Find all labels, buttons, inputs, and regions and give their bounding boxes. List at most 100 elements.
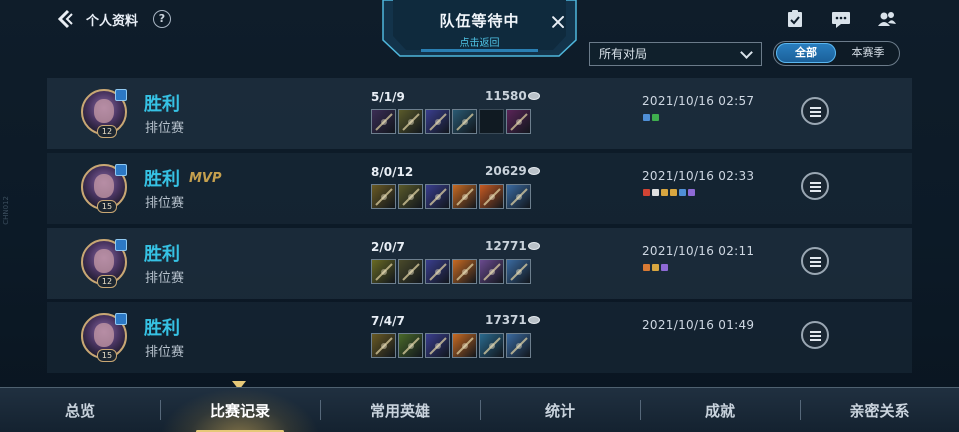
item-icon: [506, 184, 531, 209]
match-badge-icon: [652, 189, 659, 196]
segment-this-season[interactable]: 本赛季: [838, 43, 898, 63]
match-mode: 排位赛: [145, 196, 185, 211]
gold-coin-icon: [528, 316, 540, 324]
match-mode: 排位赛: [145, 121, 185, 136]
kda-score: 5/1/9: [371, 90, 405, 104]
close-icon[interactable]: [550, 14, 566, 30]
item-icon: [398, 333, 423, 358]
match-row[interactable]: 12 胜利 排位赛 2/0/7 12771 2021/10/16 02:11: [47, 228, 912, 299]
tab-match-history[interactable]: 比赛记录: [160, 388, 320, 432]
hero-portrait: [94, 174, 114, 198]
item-icon: [506, 259, 531, 284]
gold-amount: 17371: [485, 313, 527, 327]
match-row[interactable]: 15 胜利 排位赛 7/4/7 17371 2021/10/16 01:49: [47, 302, 912, 373]
match-date: 2021/10/16 02:11: [642, 244, 755, 258]
tab-intimacy[interactable]: 亲密关系: [800, 388, 959, 432]
item-build: [371, 333, 531, 359]
gold-coin-icon: [528, 167, 540, 175]
tab-overview[interactable]: 总览: [0, 388, 160, 432]
gold-coin-icon: [528, 242, 540, 250]
kda-score: 8/0/12: [371, 165, 414, 179]
gold-amount: 11580: [485, 89, 527, 103]
list-details-icon[interactable]: [801, 247, 829, 275]
match-result: 胜利: [144, 244, 180, 265]
season-segmented-control: 全部 本赛季: [773, 41, 900, 66]
gold-amount: 20629: [485, 164, 527, 178]
chat-bubble-icon[interactable]: [831, 10, 851, 28]
match-badge-icon: [688, 189, 695, 196]
match-date: 2021/10/16 02:57: [642, 94, 755, 108]
item-icon: [506, 333, 531, 358]
item-icon: [425, 109, 450, 134]
match-badge-icon: [661, 264, 668, 271]
match-row[interactable]: 15 胜利 MVP 排位赛 8/0/12 20629 2021/10/16 02…: [47, 153, 912, 224]
party-icon: [115, 239, 127, 251]
item-build: [371, 259, 531, 285]
match-result: 胜利: [144, 94, 180, 115]
item-icon: [371, 184, 396, 209]
match-mode: 排位赛: [145, 345, 185, 360]
hero-portrait: [94, 323, 114, 347]
match-type-selected: 所有对局: [599, 47, 648, 61]
tab-common-heroes[interactable]: 常用英雄: [320, 388, 480, 432]
item-build: [371, 184, 531, 210]
party-icon: [115, 313, 127, 325]
match-badges: [643, 264, 668, 271]
hero-portrait: [94, 249, 114, 273]
item-icon: [371, 333, 396, 358]
match-badge-icon: [661, 189, 668, 196]
item-icon: [452, 259, 477, 284]
match-badge-icon: [643, 264, 650, 271]
kda-score: 2/0/7: [371, 240, 405, 254]
list-details-icon[interactable]: [801, 97, 829, 125]
item-icon: [479, 259, 504, 284]
item-icon: [452, 109, 477, 134]
match-date: 2021/10/16 02:33: [642, 169, 755, 183]
item-icon: [506, 109, 531, 134]
empty-item-slot: [479, 109, 504, 134]
match-badge-icon: [652, 114, 659, 121]
match-badge-icon: [652, 264, 659, 271]
bottom-tab-bar: 总览 比赛记录 常用英雄 统计 成就 亲密关系: [0, 387, 959, 432]
item-icon: [479, 184, 504, 209]
match-result: 胜利: [144, 169, 180, 190]
team-banner-return-link[interactable]: 点击返回: [381, 34, 578, 49]
match-badges: [643, 189, 695, 196]
friends-icon[interactable]: [877, 10, 897, 28]
party-icon: [115, 89, 127, 101]
segment-all[interactable]: 全部: [776, 43, 836, 63]
match-result: 胜利: [144, 318, 180, 339]
match-date: 2021/10/16 01:49: [642, 318, 755, 332]
sidebar-watermark: CHN012: [2, 196, 10, 225]
list-details-icon[interactable]: [801, 321, 829, 349]
item-icon: [425, 259, 450, 284]
gold-coin-icon: [528, 92, 540, 100]
match-row[interactable]: 12 胜利 排位赛 5/1/9 11580 2021/10/16 02:57: [47, 78, 912, 149]
list-details-icon[interactable]: [801, 172, 829, 200]
item-icon: [398, 259, 423, 284]
match-badge-icon: [643, 189, 650, 196]
task-clipboard-icon[interactable]: [785, 10, 805, 28]
page-title: 个人资料: [86, 14, 139, 29]
hero-level: 12: [97, 275, 117, 288]
party-icon: [115, 164, 127, 176]
hero-level: 15: [97, 200, 117, 213]
gold-amount: 12771: [485, 239, 527, 253]
team-banner-title: 队伍等待中: [439, 12, 520, 30]
match-badge-icon: [679, 189, 686, 196]
match-type-dropdown[interactable]: 所有对局: [589, 42, 762, 66]
hero-level: 15: [97, 349, 117, 362]
item-icon: [452, 333, 477, 358]
tab-achievements[interactable]: 成就: [640, 388, 800, 432]
kda-score: 7/4/7: [371, 314, 405, 328]
item-icon: [371, 109, 396, 134]
back-chevron-icon[interactable]: [54, 8, 76, 30]
item-icon: [425, 184, 450, 209]
hero-portrait: [94, 99, 114, 123]
match-badge-icon: [643, 114, 650, 121]
question-circle-icon[interactable]: ?: [153, 10, 171, 28]
match-mode: 排位赛: [145, 271, 185, 286]
team-waiting-banner[interactable]: 队伍等待中 点击返回: [381, 0, 578, 58]
match-badges: [643, 114, 659, 121]
tab-statistics[interactable]: 统计: [480, 388, 640, 432]
